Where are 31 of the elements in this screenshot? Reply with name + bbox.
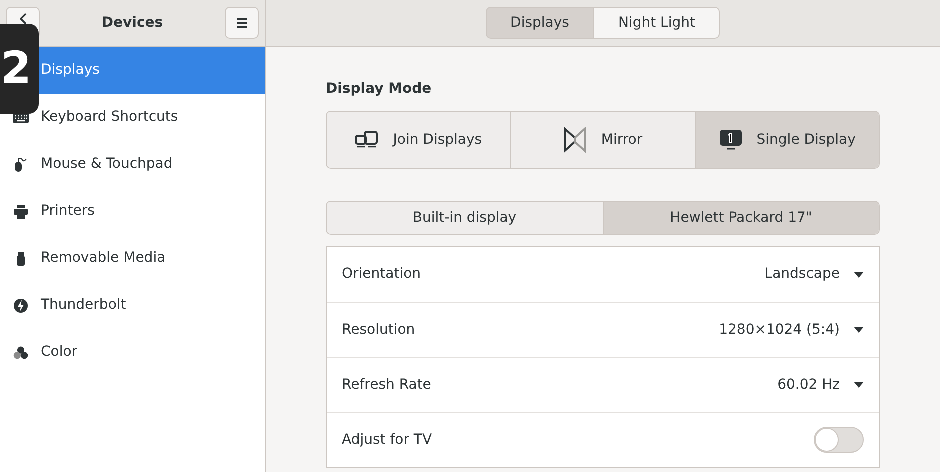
monitor-tab[interactable]: Built-in display bbox=[327, 202, 602, 234]
back-icon bbox=[20, 13, 26, 25]
toggle-switch[interactable] bbox=[814, 427, 864, 453]
display-mode-option[interactable]: Single Display bbox=[694, 112, 879, 168]
setting-label: Resolution bbox=[342, 320, 416, 340]
printer-icon bbox=[13, 204, 29, 220]
caret-icon bbox=[854, 327, 864, 333]
mouse-icon bbox=[13, 156, 29, 172]
setting-label: Adjust for TV bbox=[342, 430, 432, 450]
setting-label: Refresh Rate bbox=[342, 376, 432, 394]
lightning-icon bbox=[13, 298, 29, 314]
display-mode-option[interactable]: Mirror bbox=[510, 112, 695, 168]
monitor-number-toast: 2 bbox=[0, 24, 39, 114]
header-tab[interactable]: Night Light bbox=[594, 7, 720, 39]
single-display-icon bbox=[718, 129, 743, 151]
monitor-tab[interactable]: Hewlett Packard 17" bbox=[602, 202, 879, 234]
sidebar-title: Devices bbox=[102, 14, 164, 32]
mirror-icon bbox=[563, 127, 588, 153]
dropdown[interactable]: 1280×1024 (5:4) bbox=[719, 320, 864, 340]
menu-button[interactable] bbox=[224, 7, 259, 39]
setting-label: Orientation bbox=[342, 265, 422, 284]
dropdown[interactable]: Landscape bbox=[764, 264, 864, 285]
display-mode-option[interactable]: Join Displays bbox=[327, 112, 510, 168]
section-title: Display Mode bbox=[326, 80, 433, 99]
join-displays-icon bbox=[355, 131, 380, 149]
caret-icon bbox=[854, 272, 864, 278]
dropdown[interactable]: 60.02 Hz bbox=[778, 374, 864, 396]
color-circles-icon bbox=[13, 344, 29, 360]
header-tab[interactable]: Displays bbox=[486, 7, 594, 39]
menu-icon bbox=[236, 18, 248, 28]
caret-icon bbox=[854, 382, 864, 388]
